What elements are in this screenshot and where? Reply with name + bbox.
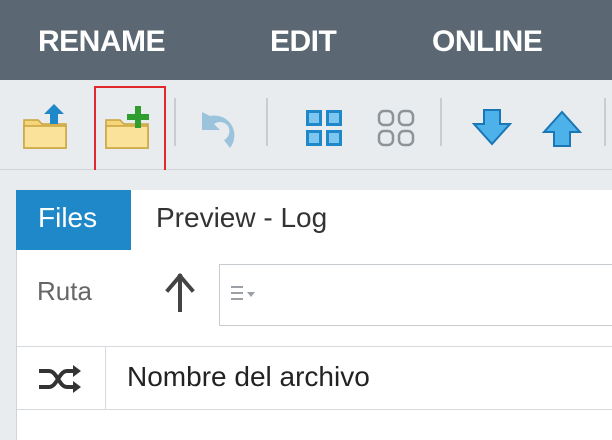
arrow-up-icon[interactable] bbox=[165, 272, 195, 312]
table-body bbox=[17, 410, 612, 440]
menu-rename[interactable]: RENAME bbox=[38, 22, 166, 62]
undo-icon[interactable] bbox=[194, 102, 246, 154]
menu-bar: RENAME EDIT ONLINE bbox=[0, 0, 612, 80]
tab-preview-log[interactable]: Preview - Log bbox=[156, 190, 327, 250]
column-header-filename[interactable]: Nombre del archivo bbox=[127, 361, 370, 393]
menu-edit[interactable]: EDIT bbox=[270, 22, 337, 62]
path-input[interactable] bbox=[219, 264, 612, 326]
path-label: Ruta bbox=[37, 276, 92, 306]
select-all-icon[interactable] bbox=[298, 102, 350, 154]
tab-files[interactable]: Files bbox=[16, 190, 131, 250]
folder-up-icon[interactable] bbox=[20, 102, 72, 154]
move-up-icon[interactable] bbox=[536, 102, 588, 154]
toolbar-separator bbox=[266, 98, 268, 146]
folder-add-icon[interactable] bbox=[102, 102, 154, 154]
toolbar-separator bbox=[604, 98, 606, 146]
path-row: Ruta bbox=[17, 250, 612, 336]
tab-bar: Files Preview - Log bbox=[16, 190, 612, 250]
table-header: Nombre del archivo bbox=[17, 346, 612, 411]
toolbar-separator bbox=[440, 98, 442, 146]
toolbar-separator bbox=[174, 98, 176, 146]
column-separator bbox=[105, 347, 106, 411]
shuffle-icon[interactable] bbox=[35, 363, 85, 395]
select-none-icon[interactable] bbox=[370, 102, 422, 154]
move-down-icon[interactable] bbox=[466, 102, 518, 154]
menu-online[interactable]: ONLINE bbox=[432, 22, 543, 62]
toolbar bbox=[0, 80, 612, 170]
